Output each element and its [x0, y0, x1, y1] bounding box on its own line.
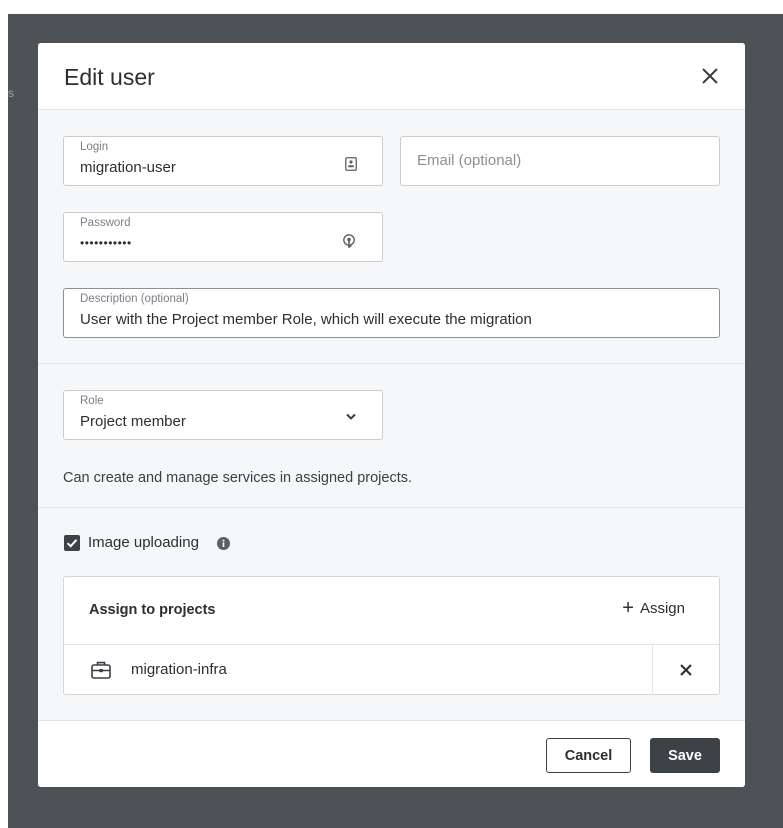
image-uploading-checkbox[interactable] [64, 535, 80, 551]
close-icon [702, 68, 718, 84]
assign-button[interactable]: + Assign [622, 597, 685, 619]
save-button[interactable]: Save [650, 738, 720, 773]
role-select[interactable]: Role Project member [63, 390, 383, 440]
chevron-down-icon [346, 413, 356, 420]
remove-project-button[interactable] [652, 645, 719, 695]
close-icon [680, 664, 692, 676]
role-label: Role [80, 395, 104, 407]
section-divider [38, 363, 745, 364]
dialog-footer: Cancel Save [38, 720, 745, 787]
login-value: migration-user [80, 159, 176, 176]
dialog-header: Edit user [38, 43, 745, 110]
role-value: Project member [80, 413, 186, 430]
checkmark-icon [66, 539, 78, 548]
login-field[interactable]: Login migration-user [63, 136, 383, 186]
description-label: Description (optional) [80, 293, 189, 305]
description-value: User with the Project member Role, which… [80, 311, 532, 328]
project-row: migration-infra [64, 644, 719, 695]
project-name: migration-infra [131, 661, 227, 678]
info-icon[interactable] [217, 537, 230, 550]
email-field[interactable]: Email (optional) [400, 136, 720, 186]
password-field[interactable]: Password ••••••••••• [63, 212, 383, 262]
key-icon[interactable] [342, 234, 356, 250]
edit-user-dialog: Edit user Login migration-user Email (op… [38, 43, 745, 787]
login-label: Login [80, 141, 109, 153]
password-value: ••••••••••• [80, 236, 132, 250]
email-placeholder: Email (optional) [417, 152, 522, 169]
close-button[interactable] [699, 65, 721, 87]
briefcase-icon [91, 661, 111, 679]
role-description: Can create and manage services in assign… [63, 470, 412, 486]
image-uploading-label[interactable]: Image uploading [88, 534, 199, 551]
plus-icon: + [622, 597, 634, 619]
assign-button-label: Assign [639, 599, 685, 617]
background-text-fragment: s [8, 86, 14, 100]
section-divider [38, 507, 745, 508]
description-field[interactable]: Description (optional) User with the Pro… [63, 288, 720, 338]
id-card-icon[interactable] [345, 157, 357, 171]
assign-projects-panel: Assign to projects + Assign migration-in… [63, 576, 720, 695]
dialog-title: Edit user [64, 64, 155, 90]
assign-projects-title: Assign to projects [89, 602, 216, 618]
password-label: Password [80, 217, 131, 229]
cancel-button[interactable]: Cancel [546, 738, 631, 773]
